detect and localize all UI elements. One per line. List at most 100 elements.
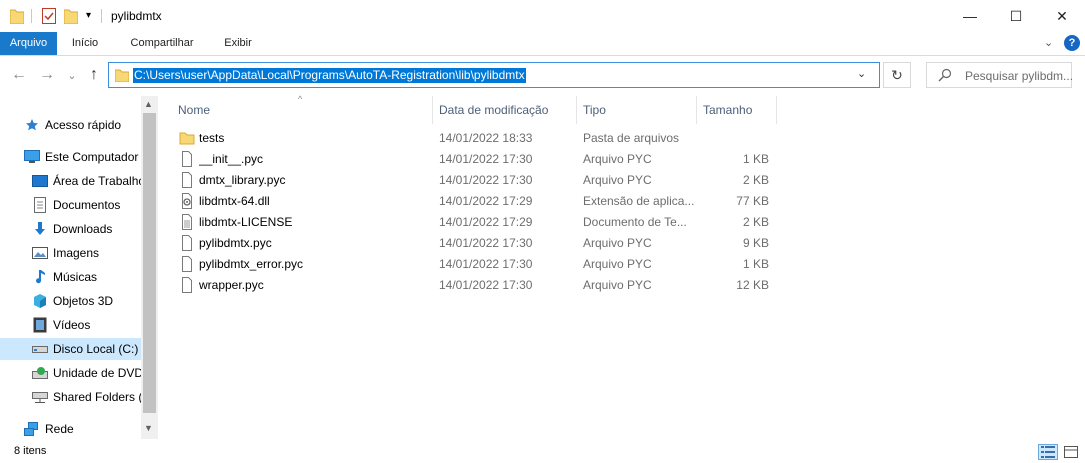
up-button[interactable]: ↑ (83, 57, 105, 93)
sidebar-scrollbar[interactable]: ▲ ▼ (141, 96, 158, 439)
maximize-button[interactable]: ☐ (993, 0, 1039, 32)
music-icon (32, 269, 48, 285)
recent-locations-button[interactable]: ⌄ (63, 57, 81, 93)
search-input[interactable]: Pesquisar pylibdm... (965, 69, 1073, 83)
tab-share[interactable]: Compartilhar (118, 32, 206, 55)
address-bar[interactable]: C:\Users\user\AppData\Local\Programs\Aut… (108, 62, 880, 88)
forward-button[interactable]: → (36, 57, 58, 93)
folder-icon[interactable] (9, 8, 25, 27)
file-date: 14/01/2022 17:29 (439, 194, 533, 208)
refresh-button[interactable]: ↻ (883, 62, 911, 88)
column-header-size[interactable]: Tamanho (697, 96, 776, 124)
details-view-icon[interactable] (1038, 444, 1058, 460)
sidebar-item-3d-objects[interactable]: Objetos 3D (32, 290, 141, 312)
sidebar-item-music[interactable]: Músicas (32, 266, 141, 288)
navigation-pane: Acesso rápido Este Computador Área de Tr… (0, 96, 158, 439)
file-icon (179, 235, 195, 251)
download-icon (32, 221, 48, 237)
file-size (699, 128, 769, 149)
sidebar-item-label: Este Computador (45, 150, 139, 164)
video-icon (32, 317, 48, 333)
file-date: 14/01/2022 17:30 (439, 173, 533, 187)
pictures-icon (32, 245, 48, 261)
star-icon (24, 117, 40, 133)
close-button[interactable]: ✕ (1039, 0, 1085, 32)
status-bar: 8 itens (0, 440, 1085, 463)
file-row-pylibdmtx[interactable]: pylibdmtx.pyc 14/01/2022 17:30 Arquivo P… (170, 233, 780, 254)
file-row-libdmtx-dll[interactable]: libdmtx-64.dll 14/01/2022 17:29 Extensão… (170, 191, 780, 212)
file-row-license[interactable]: libdmtx-LICENSE 14/01/2022 17:29 Documen… (170, 212, 780, 233)
file-row-init[interactable]: __init__.pyc 14/01/2022 17:30 Arquivo PY… (170, 149, 780, 170)
minimize-button[interactable]: — (947, 0, 993, 32)
sidebar-item-shared-folders[interactable]: Shared Folders (\ (32, 386, 141, 408)
scroll-down-icon[interactable]: ▼ (144, 423, 153, 433)
file-list: ^ Nome Data de modificação Tipo Tamanho … (170, 94, 1070, 436)
new-folder-icon[interactable] (63, 8, 79, 27)
file-size: 12 KB (736, 278, 769, 292)
address-path[interactable]: C:\Users\user\AppData\Local\Programs\Aut… (133, 68, 526, 83)
large-icons-view-icon[interactable] (1061, 444, 1081, 460)
customize-toolbar-icon[interactable]: ▾ (86, 10, 91, 21)
file-row-tests[interactable]: tests 14/01/2022 18:33 Pasta de arquivos (170, 128, 780, 149)
search-icon (938, 68, 952, 85)
back-button[interactable]: ← (8, 57, 30, 93)
sidebar-item-network[interactable]: Rede (24, 418, 141, 440)
sidebar-item-label: Unidade de DVD (53, 366, 141, 380)
file-name: dmtx_library.pyc (199, 173, 286, 187)
file-type: Arquivo PYC (583, 236, 652, 250)
sidebar-item-pictures[interactable]: Imagens (32, 242, 141, 264)
help-icon[interactable]: ? (1064, 35, 1080, 51)
sidebar-item-quick-access[interactable]: Acesso rápido (24, 114, 141, 136)
address-dropdown-icon[interactable]: ⌄ (857, 67, 866, 80)
documents-icon (32, 197, 48, 213)
tab-file[interactable]: Arquivo (0, 32, 57, 55)
file-row-wrapper[interactable]: wrapper.pyc 14/01/2022 17:30 Arquivo PYC… (170, 275, 780, 296)
sidebar-item-label: Rede (45, 422, 74, 436)
file-date: 14/01/2022 17:29 (439, 215, 533, 229)
window-title: pylibdmtx (111, 9, 162, 23)
column-header-date[interactable]: Data de modificação (433, 96, 576, 124)
tab-home[interactable]: Início (60, 32, 110, 55)
computer-icon (24, 149, 40, 165)
sidebar-item-downloads[interactable]: Downloads (32, 218, 141, 240)
sidebar-item-label: Vídeos (53, 318, 91, 332)
sidebar-item-label: Downloads (53, 222, 113, 236)
text-file-icon (179, 214, 195, 230)
search-box[interactable]: Pesquisar pylibdm... (926, 62, 1073, 88)
file-date: 14/01/2022 17:30 (439, 278, 533, 292)
sidebar-item-label: Músicas (53, 270, 98, 284)
sidebar-item-videos[interactable]: Vídeos (32, 314, 141, 336)
file-date: 14/01/2022 17:30 (439, 257, 533, 271)
desktop-icon (32, 173, 48, 189)
sidebar-item-local-disk[interactable]: Disco Local (C:) (0, 338, 141, 360)
file-name: __init__.pyc (199, 152, 264, 166)
properties-icon[interactable] (42, 8, 56, 27)
file-size: 1 KB (742, 257, 769, 271)
file-date: 14/01/2022 17:30 (439, 236, 533, 250)
folder-icon (179, 130, 195, 146)
tab-view[interactable]: Exibir (214, 32, 262, 55)
file-size: 1 KB (742, 152, 769, 166)
column-header-name[interactable]: Nome (172, 96, 432, 124)
sidebar-item-label: Shared Folders (\ (53, 390, 141, 404)
file-row-dmtx-library[interactable]: dmtx_library.pyc 14/01/2022 17:30 Arquiv… (170, 170, 780, 191)
sidebar-item-dvd-drive[interactable]: Unidade de DVD (32, 362, 141, 384)
sidebar-item-label: Disco Local (C:) (53, 342, 139, 356)
column-header-type[interactable]: Tipo (577, 96, 696, 124)
sidebar-item-desktop[interactable]: Área de Trabalho (32, 170, 141, 192)
sidebar-item-documents[interactable]: Documentos (32, 194, 141, 216)
file-size: 2 KB (742, 215, 769, 229)
sidebar-item-label: Área de Trabalho (53, 174, 141, 188)
scrollbar-thumb[interactable] (143, 113, 156, 413)
sidebar-item-label: Acesso rápido (45, 118, 122, 132)
file-row-pylibdmtx-error[interactable]: pylibdmtx_error.pyc 14/01/2022 17:30 Arq… (170, 254, 780, 275)
ribbon-tabs: Arquivo Início Compartilhar Exibir ⌄ ? (0, 32, 1085, 56)
scroll-up-icon[interactable]: ▲ (144, 99, 153, 109)
file-date: 14/01/2022 17:30 (439, 152, 533, 166)
file-type: Arquivo PYC (583, 278, 652, 292)
sidebar-item-this-pc[interactable]: Este Computador (24, 146, 141, 168)
file-name: libdmtx-LICENSE (199, 215, 293, 229)
dll-icon (179, 193, 195, 209)
expand-ribbon-icon[interactable]: ⌄ (1044, 36, 1053, 49)
file-name: pylibdmtx_error.pyc (199, 257, 304, 271)
